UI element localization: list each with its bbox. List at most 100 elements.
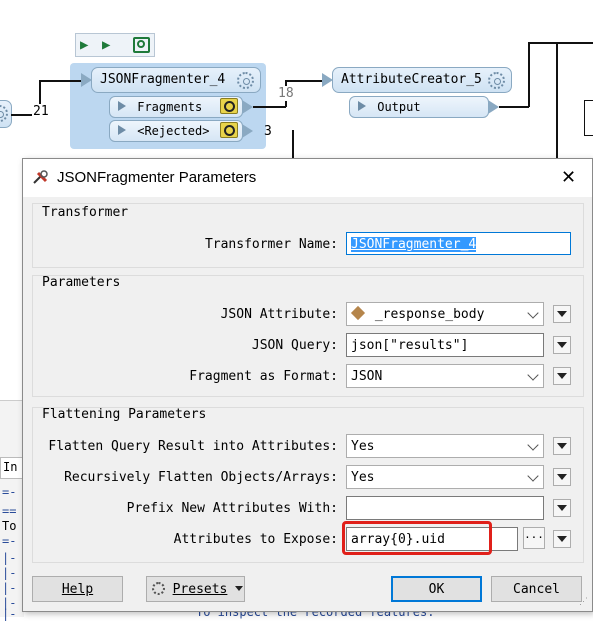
- gear-icon[interactable]: [488, 72, 505, 89]
- json-attribute-select[interactable]: _response_body: [346, 302, 544, 326]
- chevron-down-icon: [527, 369, 539, 381]
- output-port-arrow: [242, 124, 253, 138]
- jsonfragmenter-node[interactable]: JSONFragmenter_4: [91, 67, 261, 93]
- attributes-to-expose-menu-button[interactable]: [553, 530, 571, 548]
- flatten-query-value: Yes: [351, 439, 375, 454]
- prefix-label: Prefix New Attributes With:: [126, 501, 338, 516]
- recursive-flatten-select[interactable]: Yes: [346, 465, 544, 489]
- wire-output-vertical: [528, 42, 530, 107]
- wire-output-top: [528, 42, 593, 44]
- log-line: ==: [2, 504, 17, 518]
- attribute-icon: [350, 305, 366, 321]
- node-toolbar: ▶ ▶: [75, 33, 155, 57]
- output-port-arrow: [488, 100, 499, 114]
- wire-fragments-horizontal: [253, 106, 286, 108]
- json-attribute-label: JSON Attribute:: [220, 307, 338, 322]
- flatten-query-menu-button[interactable]: [553, 437, 571, 455]
- presets-button[interactable]: Presets: [146, 576, 245, 602]
- partial-node-right[interactable]: [584, 100, 593, 136]
- run-to-icon[interactable]: ▶: [102, 37, 110, 53]
- parameters-group-title: Parameters: [42, 275, 121, 290]
- wire-left-top: [39, 80, 81, 82]
- output-port-arrow: [242, 100, 253, 114]
- parameters-dialog: JSONFragmenter Parameters ✕ Transformer …: [22, 158, 593, 612]
- gear-icon[interactable]: [237, 72, 254, 89]
- attributecreator-node[interactable]: AttributeCreator_5: [332, 67, 512, 93]
- wire-fragments-top: [285, 80, 325, 82]
- log-line: |-: [2, 607, 17, 621]
- log-tab[interactable]: In: [0, 457, 24, 479]
- attributes-to-expose-label: Attributes to Expose:: [173, 532, 338, 547]
- node-title: JSONFragmenter_4: [100, 72, 226, 87]
- json-attribute-value: _response_body: [374, 307, 485, 322]
- chevron-down-icon: [527, 307, 539, 319]
- ellipsis-button[interactable]: ···: [523, 527, 545, 549]
- run-icon[interactable]: ▶: [80, 37, 88, 53]
- wire-right-vertical: [556, 42, 558, 158]
- ok-label: OK: [428, 582, 445, 597]
- recursive-flatten-value: Yes: [351, 470, 375, 485]
- port-label: Output: [377, 100, 421, 114]
- prefix-menu-button[interactable]: [553, 499, 571, 517]
- feature-count-fragments: 18: [278, 86, 294, 101]
- ellipsis-label: ···: [524, 531, 544, 544]
- json-query-field[interactable]: json["results"]: [346, 333, 544, 357]
- fragment-format-value: JSON: [351, 369, 383, 384]
- resize-grip-icon[interactable]: ⋰: [579, 597, 588, 607]
- feature-count-left: 21: [32, 104, 50, 119]
- close-icon[interactable]: ✕: [561, 167, 576, 188]
- cancel-label: Cancel: [513, 582, 560, 597]
- json-query-menu-button[interactable]: [553, 336, 571, 354]
- dialog-title: JSONFragmenter Parameters: [57, 169, 257, 186]
- flatten-query-select[interactable]: Yes: [346, 434, 544, 458]
- gear-icon: [0, 105, 8, 122]
- log-tab-label: In: [3, 460, 18, 474]
- transformer-name-field[interactable]: JSONFragmenter_4: [346, 232, 571, 255]
- port-arrow-icon: [118, 101, 126, 111]
- transformer-name-label: Transformer Name:: [204, 237, 338, 252]
- ok-button[interactable]: OK: [391, 576, 482, 602]
- port-label: Fragments: [137, 100, 203, 114]
- log-line: |-: [2, 566, 17, 580]
- highlight-box: [342, 521, 492, 555]
- help-label: Help: [61, 582, 94, 597]
- cancel-button[interactable]: Cancel: [491, 576, 582, 602]
- inspect-icon[interactable]: [133, 37, 150, 53]
- port-arrow-icon: [358, 101, 366, 111]
- chevron-down-icon: [527, 439, 539, 451]
- port-output[interactable]: Output: [349, 96, 489, 118]
- gear-icon: [151, 582, 165, 595]
- recursive-flatten-menu-button[interactable]: [553, 468, 571, 486]
- fragment-format-label: Fragment as Format:: [189, 369, 338, 384]
- chevron-down-icon: [235, 586, 244, 591]
- log-line: =-: [2, 485, 17, 499]
- wire-output-horizontal: [499, 106, 529, 108]
- dialog-titlebar[interactable]: JSONFragmenter Parameters ✕: [23, 159, 592, 197]
- recursive-flatten-label: Recursively Flatten Objects/Arrays:: [64, 470, 338, 485]
- log-line: |-: [2, 551, 17, 565]
- log-panel: In =- == To =- |- |- |- |- |-: [0, 400, 24, 621]
- fragment-format-menu-button[interactable]: [553, 367, 571, 385]
- transformer-name-value: JSONFragmenter_4: [351, 237, 477, 252]
- transformer-icon: [32, 169, 50, 187]
- feature-count-rejected: 3: [264, 124, 272, 139]
- json-attribute-menu-button[interactable]: [553, 305, 571, 323]
- log-line: =-: [2, 534, 17, 548]
- port-arrow-icon: [118, 125, 126, 135]
- log-line: |-: [2, 581, 17, 595]
- json-query-label: JSON Query:: [251, 338, 338, 353]
- flattening-group-title: Flattening Parameters: [42, 407, 207, 422]
- json-query-value: json["results"]: [351, 338, 469, 353]
- node-title: AttributeCreator_5: [341, 72, 482, 87]
- fragment-format-select[interactable]: JSON: [346, 364, 544, 388]
- chevron-down-icon: [527, 470, 539, 482]
- prefix-field[interactable]: [346, 496, 544, 520]
- transformer-group-title: Transformer: [42, 205, 129, 220]
- port-label: <Rejected>: [137, 124, 210, 138]
- log-line: To: [2, 519, 17, 533]
- inspect-icon[interactable]: [220, 98, 238, 114]
- wire-down-to-dialog: [292, 130, 294, 158]
- help-button[interactable]: Help: [32, 576, 123, 602]
- inspect-icon[interactable]: [220, 122, 238, 138]
- flatten-query-label: Flatten Query Result into Attributes:: [48, 439, 338, 454]
